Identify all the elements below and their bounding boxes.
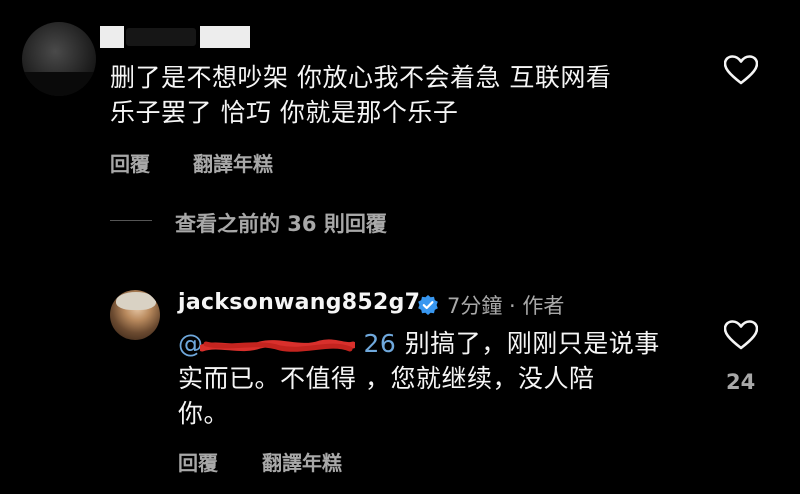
reply-button[interactable]: 回覆 <box>110 148 150 177</box>
reply-text-line: 你。 <box>178 399 230 428</box>
mention-suffix: 26 <box>363 329 397 358</box>
reply-text-segment: 别搞了，刚刚只是说事 <box>404 329 660 358</box>
comment-text-line: 乐子罢了 恰巧 你就是那个乐子 <box>110 98 459 127</box>
like-heart-icon[interactable] <box>724 320 758 350</box>
translate-button[interactable]: 翻譯年糕 <box>193 148 273 177</box>
author-avatar[interactable] <box>110 290 160 340</box>
thread-divider-line <box>110 220 152 221</box>
red-redaction-scribble <box>200 339 355 352</box>
redacted-username-blur <box>126 28 196 46</box>
redacted-username-block <box>100 26 124 48</box>
reply-button[interactable]: 回覆 <box>178 447 218 476</box>
comment-text-line: 删了是不想吵架 你放心我不会着急 互联网看 <box>110 63 612 92</box>
translate-button[interactable]: 翻譯年糕 <box>262 447 342 476</box>
reply-text-line: 实而已。不值得 ，您就继续，没人陪 <box>178 364 595 393</box>
reply-time-and-author-tag: 7分鐘 · 作者 <box>447 294 565 318</box>
avatar-hair-shape <box>116 292 156 310</box>
like-heart-icon[interactable] <box>724 55 758 85</box>
comment-text: 删了是不想吵架 你放心我不会着急 互联网看 乐子罢了 恰巧 你就是那个乐子 <box>110 60 710 130</box>
view-previous-replies-button[interactable]: 查看之前的 36 則回覆 <box>175 208 387 238</box>
author-username[interactable]: jacksonwang852g7 <box>178 290 420 315</box>
redacted-username-block <box>200 26 250 48</box>
like-count: 24 <box>726 370 756 394</box>
commenter-avatar[interactable] <box>22 22 96 96</box>
verified-badge-icon <box>417 294 439 316</box>
